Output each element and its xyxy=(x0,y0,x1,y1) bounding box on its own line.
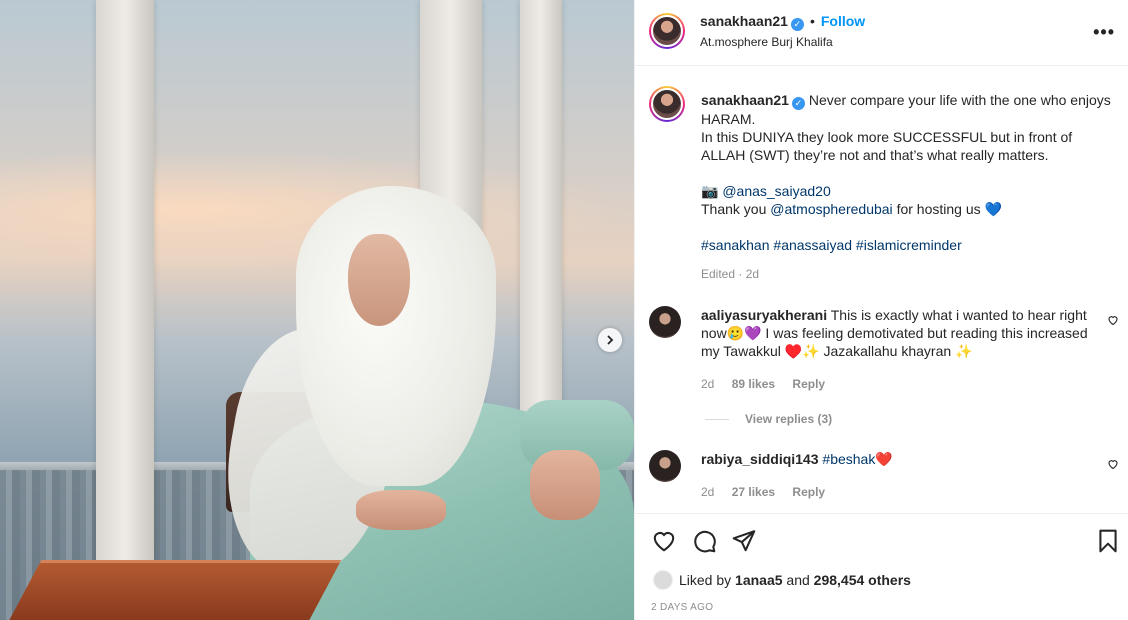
comment-likes[interactable]: 89 likes xyxy=(732,377,775,391)
avatar[interactable] xyxy=(653,570,673,590)
comment-like-icon[interactable] xyxy=(1107,458,1119,473)
heart-icon[interactable] xyxy=(651,528,677,554)
comment-meta: 2d 27 likes Reply xyxy=(701,485,839,499)
view-replies-button[interactable]: View replies (3) xyxy=(705,412,832,426)
location-link[interactable]: At.mosphere Burj Khalifa xyxy=(700,35,833,49)
blue-heart-icon: 💙 xyxy=(984,201,1002,217)
comment-body: rabiya_siddiqi143 #beshak❤️ xyxy=(701,450,1101,468)
username-link[interactable]: sanakhaan21 xyxy=(700,13,788,29)
hashtag-link[interactable]: #islamicreminder xyxy=(856,237,962,253)
avatar[interactable] xyxy=(649,450,681,482)
comment-icon[interactable] xyxy=(691,528,717,554)
mention-link[interactable]: @anas_saiyad20 xyxy=(722,183,830,199)
likes-count[interactable]: 298,454 others xyxy=(814,572,911,588)
mention-link[interactable]: @atmospheredubai xyxy=(770,201,892,217)
liked-by-and: and xyxy=(786,572,810,588)
post-timestamp: 2 DAYS AGO xyxy=(651,602,714,613)
comment-likes[interactable]: 27 likes xyxy=(732,485,775,499)
more-icon[interactable]: ••• xyxy=(1093,22,1115,43)
hashtag-link[interactable]: #anassaiyad xyxy=(773,237,852,253)
action-bar: Liked by 1anaa5 and 298,454 others 2 DAY… xyxy=(635,513,1128,620)
next-slide-button[interactable] xyxy=(598,328,622,352)
avatar[interactable] xyxy=(649,86,685,122)
post-header: sanakhaan21 ✓ • Follow At.mosphere Burj Kha… xyxy=(635,0,1128,66)
comment-like-icon[interactable] xyxy=(1107,314,1119,329)
edited-label: Edited · 2d xyxy=(701,267,760,281)
post-sidebar: sanakhaan21 ✓ • Follow At.mosphere Burj Kha… xyxy=(634,0,1128,620)
hand xyxy=(356,490,446,530)
follow-button[interactable]: Follow xyxy=(821,13,865,29)
face xyxy=(348,234,410,326)
caption-username[interactable]: sanakhaan21 xyxy=(701,92,789,108)
liked-by-prefix: Liked by xyxy=(679,572,732,588)
comment-age: 2d xyxy=(701,377,715,391)
bookmark-icon[interactable] xyxy=(1095,528,1121,554)
liked-by: Liked by 1anaa5 and 298,454 others xyxy=(653,570,911,590)
window-frame xyxy=(96,0,154,620)
header-user-line: sanakhaan21 ✓ • Follow xyxy=(700,13,865,31)
comment-username[interactable]: aaliyasuryakherani xyxy=(701,307,827,323)
verified-icon: ✓ xyxy=(790,18,804,31)
caption: sanakhaan21 ✓ Never compare your life wit… xyxy=(701,91,1115,254)
hashtag-link[interactable]: #beshak xyxy=(822,451,875,467)
reply-button[interactable]: Reply xyxy=(792,377,825,391)
comment-item: aaliyasuryakherani This is exactly what … xyxy=(649,306,1119,402)
reply-button[interactable]: Reply xyxy=(792,485,825,499)
hashtag-link[interactable]: #sanakhan xyxy=(701,237,770,253)
chevron-right-icon xyxy=(607,335,614,345)
comment-username[interactable]: rabiya_siddiqi143 xyxy=(701,451,819,467)
send-icon[interactable] xyxy=(731,528,757,554)
caption-text: for hosting us xyxy=(896,201,981,217)
comment-item: rabiya_siddiqi143 #beshak❤️ 2d 27 likes … xyxy=(649,450,1119,510)
comment-age: 2d xyxy=(701,485,715,499)
comment-body: aaliyasuryakherani This is exactly what … xyxy=(701,306,1101,360)
liked-by-user[interactable]: 1anaa5 xyxy=(735,572,782,588)
comment-meta: 2d 89 likes Reply xyxy=(701,377,839,391)
avatar[interactable] xyxy=(649,306,681,338)
table xyxy=(0,560,342,620)
hand xyxy=(530,450,600,520)
camera-icon: 📷 xyxy=(701,183,719,199)
separator-dot: • xyxy=(809,13,815,29)
caption-text: Thank you xyxy=(701,201,767,217)
post-image[interactable] xyxy=(0,0,634,620)
red-heart-icon: ❤️ xyxy=(875,451,893,467)
hijab xyxy=(296,186,496,486)
caption-line: In this DUNIYA they look more SUCCESSFUL… xyxy=(701,129,1073,163)
avatar[interactable] xyxy=(649,13,685,49)
verified-icon: ✓ xyxy=(791,97,805,110)
